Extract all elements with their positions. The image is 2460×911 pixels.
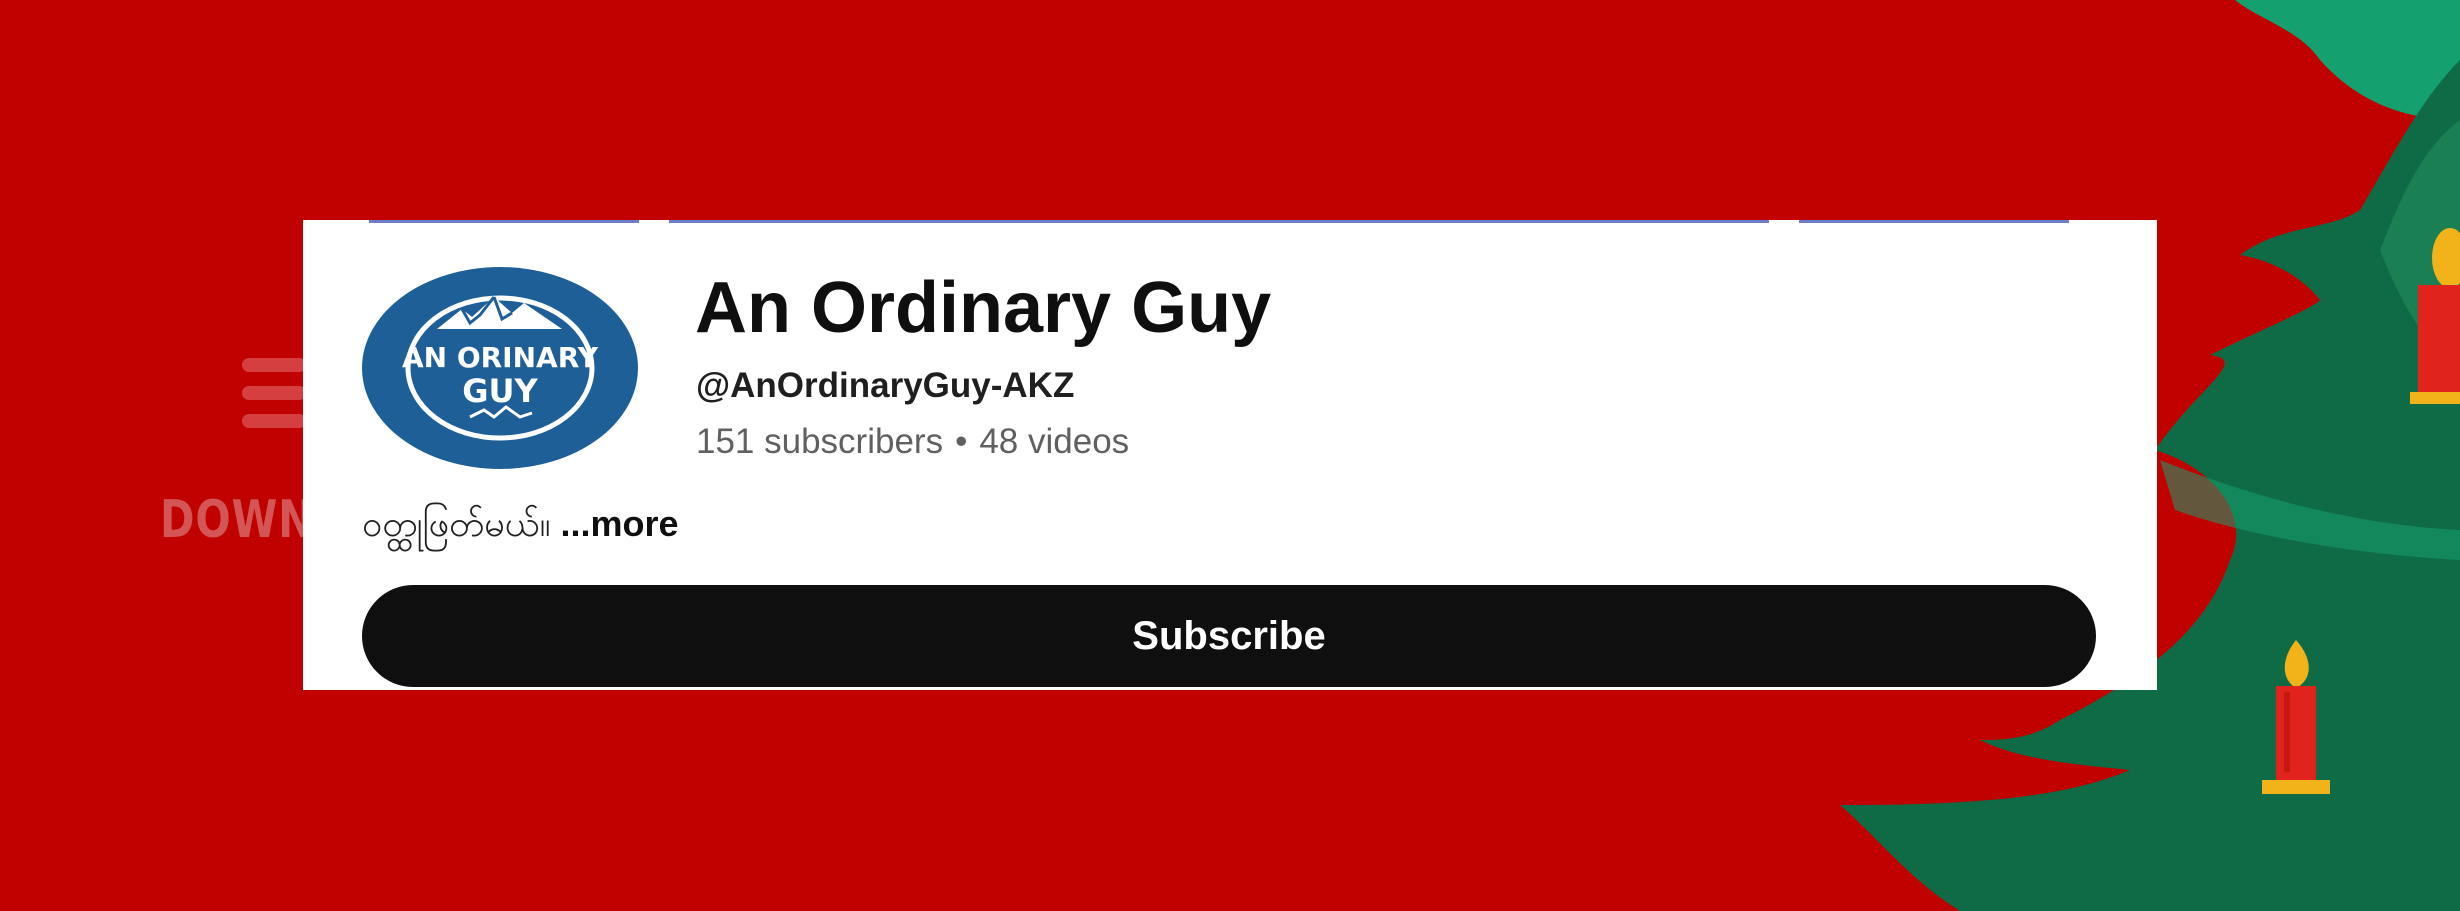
subscriber-count: 151 subscribers bbox=[696, 422, 944, 461]
stats-separator: • bbox=[955, 422, 968, 461]
avatar-text-line1: AN ORINARY bbox=[402, 341, 599, 374]
channel-handle: @AnOrdinaryGuy-AKZ bbox=[696, 366, 1075, 405]
channel-avatar[interactable]: AN ORINARY GUY bbox=[362, 267, 638, 469]
avatar-logo: AN ORINARY GUY bbox=[402, 295, 599, 441]
hamburger-icon bbox=[242, 358, 306, 442]
channel-stats: 151 subscribers • 48 videos bbox=[696, 422, 1129, 462]
channel-header-card: AN ORINARY GUY An Ordinary Guy @AnOrdina… bbox=[303, 220, 2157, 690]
channel-name: An Ordinary Guy bbox=[695, 268, 1272, 348]
description-text: ဝတ္ထုဖြတ်မယ်။ bbox=[362, 503, 561, 544]
subscribe-button[interactable]: Subscribe bbox=[362, 585, 2096, 687]
channel-description[interactable]: ဝတ္ထုဖြတ်မယ်။ ...more bbox=[362, 500, 679, 554]
card-top-tabs-line bbox=[369, 220, 2093, 223]
more-link[interactable]: ...more bbox=[561, 503, 679, 544]
video-count: 48 videos bbox=[979, 422, 1130, 461]
avatar-text-line2: GUY bbox=[462, 372, 538, 410]
